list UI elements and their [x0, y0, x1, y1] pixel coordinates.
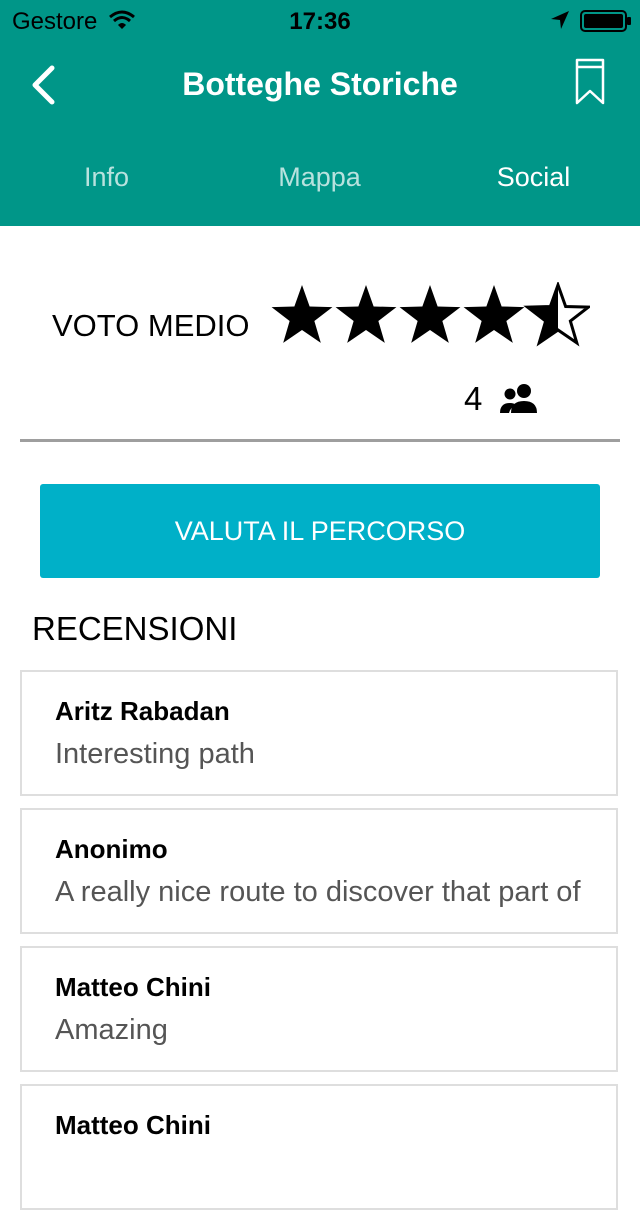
review-card: Matteo Chini [20, 1084, 618, 1210]
bookmark-icon[interactable] [574, 58, 606, 106]
tab-mappa[interactable]: Mappa [213, 162, 426, 193]
review-author: Matteo Chini [55, 1110, 211, 1140]
divider [20, 439, 620, 442]
review-text: Amazing [55, 1014, 168, 1046]
review-author: Anonimo [55, 834, 168, 864]
tab-social[interactable]: Social [427, 162, 640, 193]
battery-icon [580, 10, 631, 32]
star-icon [335, 285, 397, 343]
star-icon [463, 285, 525, 343]
rating-count: 4 [464, 380, 483, 417]
tab-info[interactable]: Info [0, 162, 213, 193]
review-card: Matteo Chini Amazing [20, 946, 618, 1072]
review-text: A really nice route to discover that par… [55, 876, 581, 908]
status-bar: Gestore 17:36 [0, 0, 640, 40]
tab-bar: Info Mappa Social [0, 150, 640, 210]
average-rating-label: VOTO MEDIO [52, 308, 250, 343]
star-icon [523, 282, 590, 347]
reviews-title: RECENSIONI [32, 610, 238, 647]
review-text: Interesting path [55, 738, 255, 770]
star-icon [271, 285, 333, 343]
location-arrow-icon [551, 11, 569, 29]
page-title: Botteghe Storiche [182, 66, 458, 102]
star-icon [399, 285, 461, 343]
star-rating [271, 282, 590, 347]
review-author: Matteo Chini [55, 972, 211, 1002]
review-card: Anonimo A really nice route to discover … [20, 808, 618, 934]
navigation-bar: Botteghe Storiche [0, 40, 640, 130]
status-time: 17:36 [289, 8, 351, 35]
review-card: Aritz Rabadan Interesting path [20, 670, 618, 796]
people-icon [500, 384, 537, 413]
rate-route-button[interactable]: VALUTA IL PERCORSO [40, 484, 600, 578]
review-author: Aritz Rabadan [55, 696, 230, 726]
